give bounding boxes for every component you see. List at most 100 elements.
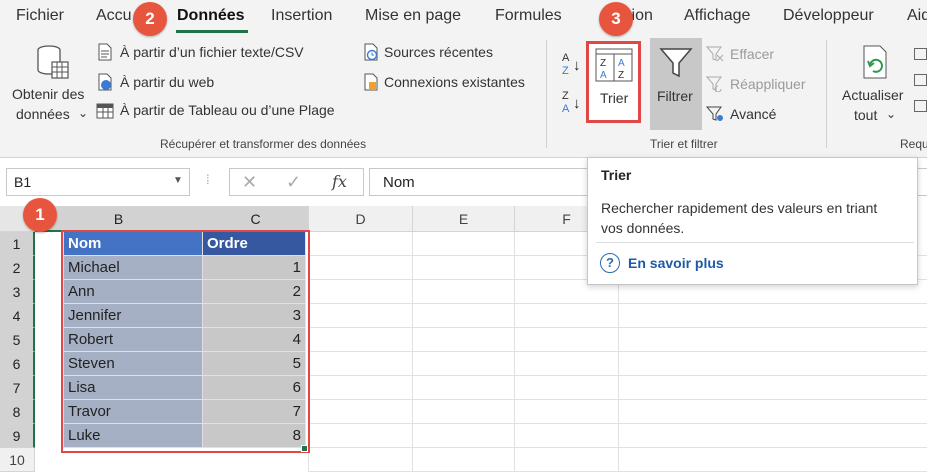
tab-mise-en-page[interactable]: Mise en page [365, 7, 461, 25]
refresh-label-1: Actualiser [842, 87, 904, 103]
tooltip-body: Rechercher rapidement des valeurs en tri… [601, 200, 878, 236]
group-label-queries: Requ [900, 137, 927, 151]
funnel-icon [659, 48, 693, 78]
from-table-button[interactable]: À partir de Tableau ou d’une Plage [96, 100, 356, 122]
connection-file-icon [364, 73, 378, 91]
recent-sources-label: Sources récentes [384, 44, 493, 60]
existing-connections-button[interactable]: Connexions existantes [362, 72, 542, 94]
advanced-button[interactable]: Avancé [706, 104, 796, 126]
reapply-icon [706, 76, 722, 92]
column-header-e[interactable]: E [413, 206, 515, 232]
cancel-icon[interactable]: ✕ [242, 172, 257, 193]
queries-icon [914, 48, 927, 60]
row-header[interactable]: 2 [0, 256, 35, 280]
clear-filter-icon [706, 46, 724, 62]
clear-label: Effacer [730, 46, 775, 62]
get-data-label-2: données [16, 106, 70, 122]
from-web-button[interactable]: À partir du web [96, 72, 296, 94]
name-box[interactable]: B1 ▼ [6, 168, 190, 196]
tab-affichage[interactable]: Affichage [684, 7, 750, 25]
tab-aide[interactable]: Aid [907, 7, 927, 25]
name-box-value: B1 [14, 174, 32, 190]
edit-links-icon [914, 100, 927, 112]
filter-label: Filtrer [657, 88, 693, 104]
gridline [412, 232, 413, 472]
row-header[interactable]: 3 [0, 280, 35, 304]
ribbon-separator [826, 40, 827, 148]
formula-input-value: Nom [383, 174, 415, 191]
learn-more-label: En savoir plus [628, 255, 724, 271]
step-badge-3: 3 [599, 2, 633, 36]
step-badge-2: 2 [133, 2, 167, 36]
refresh-label-2: tout [854, 107, 878, 123]
refresh-all-button[interactable]: Actualiser tout ⌄ [838, 40, 914, 126]
group-label-sort-filter: Trier et filtrer [650, 137, 718, 151]
drag-handle-icon[interactable]: ⁞ [206, 172, 210, 187]
clear-filter-button[interactable]: Effacer [706, 44, 796, 66]
row-header[interactable]: 4 [0, 304, 35, 328]
filter-button[interactable]: Filtrer [650, 38, 702, 130]
tab-developpeur[interactable]: Développeur [783, 7, 874, 25]
learn-more-link[interactable]: ? En savoir plus [600, 253, 760, 275]
sort-descending-button[interactable]: Z A ↓ [560, 90, 586, 120]
row-header[interactable]: 5 [0, 328, 35, 352]
sort-button[interactable]: Z A A Z Trier [586, 41, 641, 123]
reapply-label: Réappliquer [730, 76, 806, 92]
tab-donnees[interactable]: Données [177, 7, 245, 25]
column-header-c[interactable]: C [203, 206, 309, 232]
ribbon: Obtenir des données ⌄ À partir d’un fich… [0, 34, 927, 158]
svg-text:A: A [600, 70, 607, 81]
svg-text:Z: Z [600, 58, 606, 69]
existing-connections-label: Connexions existantes [384, 74, 525, 90]
advanced-label: Avancé [730, 106, 777, 122]
get-data-button[interactable]: Obtenir des données ⌄ [6, 40, 94, 126]
get-data-label-1: Obtenir des [12, 86, 85, 102]
row-header[interactable]: 7 [0, 376, 35, 400]
from-table-label: À partir de Tableau ou d’une Plage [120, 102, 335, 118]
row-header[interactable]: 9 [0, 424, 35, 448]
chevron-down-icon: ⌄ [886, 107, 897, 121]
fill-handle[interactable] [301, 445, 308, 452]
row-header[interactable]: 6 [0, 352, 35, 376]
from-csv-button[interactable]: À partir d’un fichier texte/CSV [96, 42, 356, 64]
dropdown-arrow-icon: ▼ [173, 175, 183, 186]
gridline [514, 232, 515, 472]
advanced-filter-icon [706, 106, 723, 121]
tab-fichier[interactable]: Fichier [16, 7, 64, 25]
sort-label: Trier [600, 90, 629, 106]
formula-actions: ✕ ✓ fx [229, 168, 364, 196]
row-header[interactable]: 10 [0, 448, 35, 472]
sort-dialog-icon: Z A A Z [595, 48, 633, 82]
chevron-down-icon: ⌄ [78, 106, 89, 120]
column-header-d[interactable]: D [309, 206, 413, 232]
recent-sources-button[interactable]: Sources récentes [362, 42, 512, 64]
tooltip-divider [596, 242, 914, 243]
confirm-icon[interactable]: ✓ [286, 172, 301, 193]
sort-ascending-button[interactable]: A Z ↓ [560, 52, 586, 82]
row-header[interactable]: 1 [0, 232, 35, 256]
web-file-icon [98, 73, 112, 91]
step-badge-1: 1 [23, 198, 57, 232]
active-tab-indicator [176, 30, 248, 33]
reapply-button[interactable]: Réappliquer [706, 74, 816, 96]
empty-cells[interactable] [35, 232, 64, 448]
row-header[interactable]: 8 [0, 400, 35, 424]
database-icon [37, 45, 69, 79]
ribbon-separator [546, 40, 547, 148]
down-arrow-icon: ↓ [573, 57, 581, 74]
from-csv-label: À partir d’un fichier texte/CSV [120, 44, 304, 60]
help-icon: ? [600, 253, 620, 273]
from-web-label: À partir du web [120, 74, 215, 90]
properties-icon [914, 74, 927, 86]
tab-insertion[interactable]: Insertion [271, 7, 332, 25]
sort-desc-letter-z: Z [562, 90, 569, 102]
sort-tooltip: Trier Rechercher rapidement des valeurs … [587, 157, 918, 285]
sort-asc-letter-a: A [562, 52, 570, 64]
group-label-get-transform: Récupérer et transformer des données [160, 137, 367, 151]
svg-text:Z: Z [618, 70, 624, 81]
insert-function-icon[interactable]: fx [332, 172, 347, 191]
tab-formules[interactable]: Formules [495, 7, 562, 25]
tab-accueil[interactable]: Accu [96, 7, 132, 25]
column-header-b[interactable]: B [35, 206, 203, 232]
sort-asc-letter-z: Z [562, 65, 569, 77]
